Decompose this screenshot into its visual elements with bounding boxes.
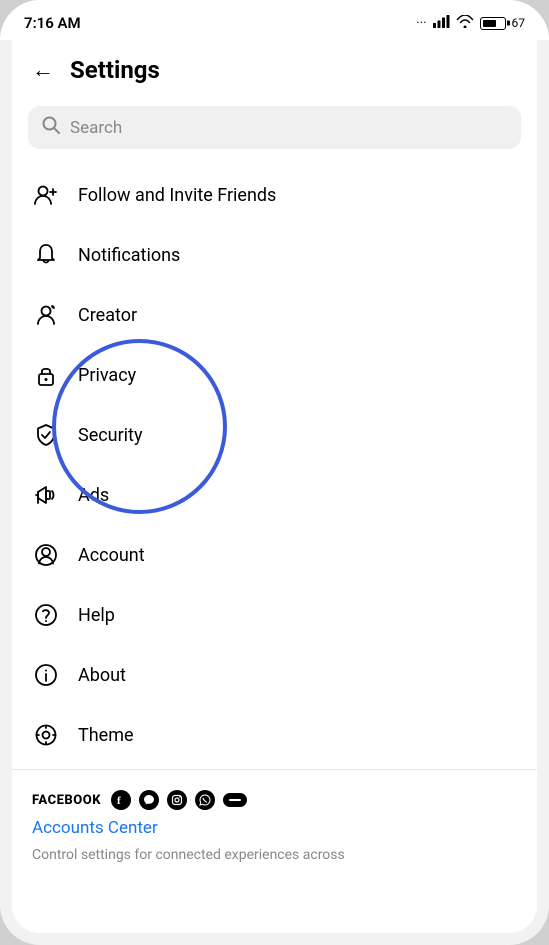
menu-label-theme: Theme [78,725,134,746]
settings-content: Search Follow and Invite Friends [12,94,537,933]
theme-icon [32,721,60,749]
menu-label-account: Account [78,545,145,566]
settings-header: ← Settings [12,40,537,94]
account-icon [32,541,60,569]
accounts-center-desc: Control settings for connected experienc… [32,847,345,863]
back-button[interactable]: ← [32,57,54,83]
menu-label-notifications: Notifications [78,245,180,266]
menu-label-ads: Ads [78,485,109,506]
bell-icon [32,241,60,269]
menu-label-privacy: Privacy [78,365,136,386]
fb-brand-row: FACEBOOK f [32,790,517,810]
status-time: 7:16 AM [24,14,81,32]
menu-item-privacy[interactable]: Privacy [12,345,537,405]
meta-icon [223,793,247,807]
status-icons: ··· 67 [416,15,525,32]
menu-item-security[interactable]: Security [12,405,537,465]
creator-icon [32,301,60,329]
about-icon [32,661,60,689]
more-icon: ··· [416,16,426,31]
status-bar: 7:16 AM ··· 67 [0,0,549,40]
signal-icon [433,15,450,32]
menu-item-notifications[interactable]: Notifications [12,225,537,285]
instagram-icon [167,790,187,810]
shield-icon [32,421,60,449]
facebook-section: FACEBOOK f [12,769,537,876]
whatsapp-icon [195,790,215,810]
wifi-icon [456,15,474,32]
settings-screen: ← Settings Search [12,40,537,933]
search-icon [42,116,60,139]
menu-label-security: Security [78,425,142,446]
search-placeholder: Search [70,118,122,138]
menu-item-follow[interactable]: Follow and Invite Friends [12,165,537,225]
menu-item-ads[interactable]: Ads [12,465,537,525]
menu-item-about[interactable]: About [12,645,537,705]
svg-text:f: f [117,795,121,806]
lock-icon [32,361,60,389]
page-title: Settings [70,56,160,84]
battery-icon [480,17,506,30]
follow-icon [32,181,60,209]
ads-icon [32,481,60,509]
menu-label-creator: Creator [78,305,137,326]
phone-frame: 7:16 AM ··· 67 [0,0,549,945]
search-bar[interactable]: Search [28,106,521,149]
screen-inner: Search Follow and Invite Friends [12,94,537,933]
fb-brand-label: FACEBOOK [32,793,101,808]
facebook-icon: f [111,790,131,810]
menu-item-creator[interactable]: Creator [12,285,537,345]
messenger-icon [139,790,159,810]
accounts-center-link[interactable]: Accounts Center [32,818,517,838]
menu-list: Follow and Invite Friends Notifications [12,165,537,765]
menu-item-account[interactable]: Account [12,525,537,585]
menu-label-help: Help [78,605,115,626]
menu-label-follow: Follow and Invite Friends [78,185,276,206]
battery-level: 67 [512,16,526,30]
menu-item-theme[interactable]: Theme [12,705,537,765]
menu-item-help[interactable]: Help [12,585,537,645]
fb-social-icons: f [111,790,247,810]
help-icon [32,601,60,629]
menu-label-about: About [78,665,126,686]
